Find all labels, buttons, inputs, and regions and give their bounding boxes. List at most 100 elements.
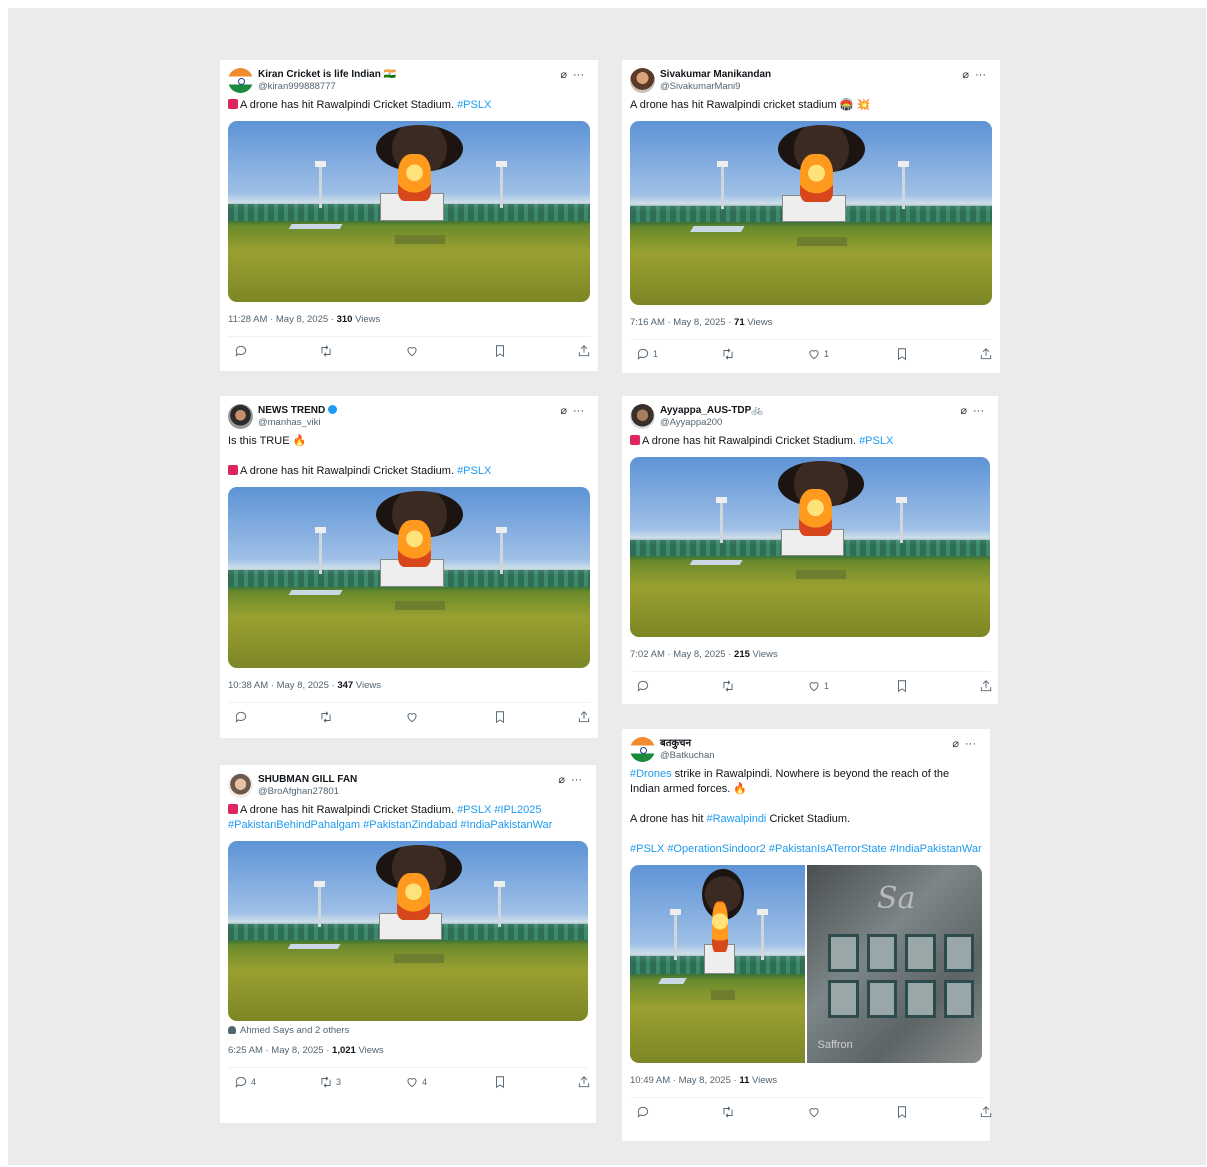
tweet-media[interactable]: [228, 121, 590, 302]
reply-button[interactable]: [231, 344, 251, 358]
handle[interactable]: @Ayyappa200: [660, 417, 764, 428]
author-block[interactable]: Ayyappa_AUS-TDP🚲 @Ayyappa200: [660, 405, 764, 428]
like-button[interactable]: 1: [804, 347, 829, 361]
timestamp[interactable]: 7:16 AM · May 8, 2025 ·: [630, 317, 734, 328]
bookmark-button[interactable]: [490, 344, 507, 358]
avatar[interactable]: [630, 737, 655, 762]
grok-icon[interactable]: ⌀: [558, 774, 565, 786]
hashtag-link[interactable]: #PakistanBehindPahalgam: [228, 819, 360, 831]
avatar[interactable]: [228, 68, 253, 93]
bookmark-button[interactable]: [892, 679, 909, 693]
share-button[interactable]: [574, 710, 591, 724]
broken-window: [943, 934, 974, 972]
timestamp[interactable]: 6:25 AM · May 8, 2025 ·: [228, 1045, 332, 1056]
tweet-card: बतकुचन @Batkuchan ⌀ ··· #Drones strike in Ra…: [622, 729, 993, 1141]
like-button[interactable]: 4: [402, 1075, 427, 1089]
display-name[interactable]: SHUBMAN GILL FAN: [258, 774, 357, 786]
like-button[interactable]: [402, 710, 422, 724]
reply-button[interactable]: [633, 679, 653, 693]
avatar[interactable]: [228, 773, 253, 798]
avatar[interactable]: [630, 404, 655, 429]
grok-icon[interactable]: ⌀: [952, 738, 959, 750]
handle[interactable]: @Batkuchan: [660, 750, 715, 761]
media-item[interactable]: [630, 865, 805, 1063]
reply-button[interactable]: 1: [633, 347, 658, 361]
hashtag-link[interactable]: #PakistanZindabad: [363, 819, 457, 831]
tweet-media[interactable]: [228, 841, 588, 1021]
like-icon: [405, 1075, 419, 1089]
grok-icon[interactable]: ⌀: [960, 405, 967, 417]
share-button[interactable]: [574, 1075, 591, 1089]
tweet-media[interactable]: [630, 457, 990, 637]
timestamp[interactable]: 10:49 AM · May 8, 2025 ·: [630, 1075, 739, 1086]
display-name[interactable]: NEWS TREND: [258, 405, 338, 417]
grok-icon[interactable]: ⌀: [560, 69, 567, 81]
hashtag-link[interactable]: #PSLX: [859, 435, 893, 447]
retweet-button[interactable]: [316, 344, 336, 358]
more-icon[interactable]: ···: [571, 774, 582, 786]
hashtag-link[interactable]: #PakistanIsATerrorState: [769, 843, 887, 855]
hashtag-link[interactable]: #OperationSindoor2: [667, 843, 765, 855]
hashtag-link[interactable]: #Drones: [630, 768, 672, 780]
handle[interactable]: @kiran999888777: [258, 81, 396, 92]
retweet-button[interactable]: [718, 679, 738, 693]
timestamp[interactable]: 11:28 AM · May 8, 2025 ·: [228, 314, 337, 325]
hashtag-link[interactable]: #IndiaPakistanWar: [460, 819, 552, 831]
share-button[interactable]: [976, 347, 993, 361]
more-icon[interactable]: ···: [965, 738, 976, 750]
tweet-media[interactable]: [630, 121, 992, 305]
more-icon[interactable]: ···: [573, 405, 584, 417]
display-name[interactable]: बतकुचन: [660, 738, 715, 750]
more-icon[interactable]: ···: [973, 405, 984, 417]
hashtag-link[interactable]: #Rawalpindi: [706, 813, 766, 825]
hashtag-link[interactable]: #PSLX: [630, 843, 664, 855]
avatar[interactable]: [228, 404, 253, 429]
author-block[interactable]: NEWS TREND @manhas_viki: [258, 405, 338, 428]
author-block[interactable]: Sivakumar Manikandan @SivakumarMani9: [660, 69, 771, 92]
liked-by[interactable]: Ahmed Says and 2 others: [228, 1025, 588, 1037]
avatar[interactable]: [630, 68, 655, 93]
timestamp[interactable]: 10:38 AM · May 8, 2025 ·: [228, 680, 337, 691]
retweet-button[interactable]: 3: [316, 1075, 341, 1089]
share-button[interactable]: [976, 1105, 993, 1119]
tweet-media[interactable]: Sa Saffron: [630, 865, 982, 1063]
grok-icon[interactable]: ⌀: [560, 405, 567, 417]
like-button[interactable]: 1: [804, 679, 829, 693]
reply-button[interactable]: [231, 710, 251, 724]
author-block[interactable]: बतकुचन @Batkuchan: [660, 738, 715, 761]
handle[interactable]: @SivakumarMani9: [660, 81, 771, 92]
like-button[interactable]: [804, 1105, 824, 1119]
hashtag-link[interactable]: #PSLX: [457, 804, 491, 816]
more-icon[interactable]: ···: [975, 69, 986, 81]
hashtag-link[interactable]: #IndiaPakistanWar: [890, 843, 982, 855]
bookmark-button[interactable]: [490, 710, 507, 724]
timestamp[interactable]: 7:02 AM · May 8, 2025 ·: [630, 649, 734, 660]
bookmark-button[interactable]: [892, 347, 909, 361]
grok-icon[interactable]: ⌀: [962, 69, 969, 81]
media-item[interactable]: Sa Saffron: [807, 865, 982, 1063]
display-name[interactable]: Sivakumar Manikandan: [660, 69, 771, 81]
bookmark-icon: [493, 344, 507, 358]
reply-button[interactable]: [633, 1105, 653, 1119]
author-block[interactable]: Kiran Cricket is life Indian 🇮🇳 @kiran999…: [258, 69, 396, 92]
like-button[interactable]: [402, 344, 422, 358]
more-icon[interactable]: ···: [573, 69, 584, 81]
tweet-media[interactable]: [228, 487, 590, 668]
share-button[interactable]: [976, 679, 993, 693]
handle[interactable]: @manhas_viki: [258, 417, 337, 428]
retweet-button[interactable]: [718, 1105, 738, 1119]
share-button[interactable]: [574, 344, 591, 358]
bookmark-button[interactable]: [892, 1105, 909, 1119]
handle[interactable]: @BroAfghan27801: [258, 786, 357, 797]
hashtag-link[interactable]: #IPL2025: [494, 804, 541, 816]
siren-emoji-icon: [630, 435, 640, 445]
reply-button[interactable]: 4: [231, 1075, 256, 1089]
hashtag-link[interactable]: #PSLX: [457, 465, 491, 477]
bookmark-button[interactable]: [490, 1075, 507, 1089]
display-name[interactable]: Kiran Cricket is life Indian 🇮🇳: [258, 69, 396, 81]
retweet-button[interactable]: [718, 347, 738, 361]
retweet-button[interactable]: [316, 710, 336, 724]
display-name[interactable]: Ayyappa_AUS-TDP🚲: [660, 405, 764, 417]
hashtag-link[interactable]: #PSLX: [457, 99, 491, 111]
author-block[interactable]: SHUBMAN GILL FAN @BroAfghan27801: [258, 774, 357, 797]
